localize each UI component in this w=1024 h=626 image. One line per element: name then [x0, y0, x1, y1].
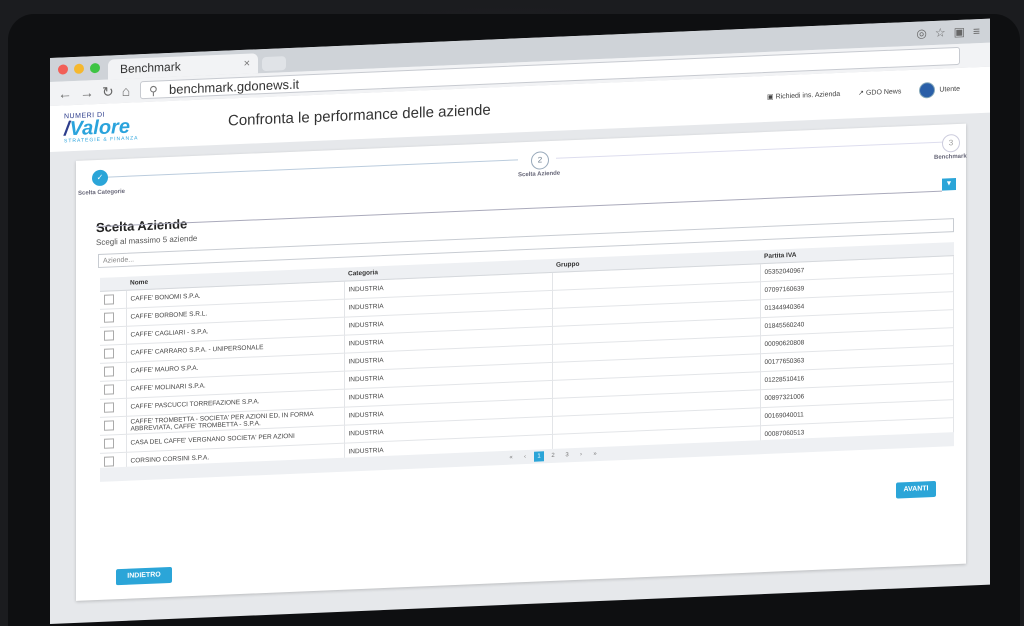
page-3-button[interactable]: 3 [562, 450, 572, 460]
select-checkbox[interactable] [104, 384, 114, 394]
row-checkbox [100, 398, 126, 417]
gdo-news-link[interactable]: ↗ GDO News [858, 87, 901, 97]
row-checkbox [100, 290, 126, 309]
menu-icon[interactable]: ≡ [973, 24, 980, 38]
wizard-card: ✓ Scelta Categorie 2 Scelta Aziende 3 Be… [76, 124, 966, 601]
browser-toolbar-icons: ◎ ☆ ▣ ≡ [916, 24, 980, 41]
extension-icon[interactable]: ◎ [916, 26, 926, 40]
minimize-window-button[interactable] [74, 64, 84, 74]
tab-title: Benchmark [120, 60, 181, 77]
select-checkbox[interactable] [104, 294, 114, 304]
page-1-button[interactable]: 1 [534, 451, 544, 461]
step-3-label: Benchmark [934, 154, 967, 161]
maximize-window-button[interactable] [90, 63, 100, 73]
indietro-button[interactable]: INDIETRO [116, 567, 172, 585]
step-1-check-icon[interactable]: ✓ [92, 170, 108, 187]
row-checkbox [100, 434, 126, 453]
row-checkbox [100, 308, 126, 327]
page-2-button[interactable]: 2 [548, 451, 558, 461]
last-page-button[interactable]: » [590, 449, 600, 459]
select-checkbox[interactable] [104, 420, 114, 430]
browser-window: Benchmark × ◎ ☆ ▣ ≡ ← → ↻ ⌂ ⚲ benchmark.… [50, 19, 990, 624]
select-checkbox[interactable] [104, 402, 114, 412]
window-controls [58, 63, 100, 75]
step-line-1 [108, 159, 518, 177]
row-checkbox [100, 344, 126, 363]
step-3-indicator: 3 [942, 134, 960, 153]
row-checkbox [100, 416, 126, 435]
step-2-indicator: 2 [531, 151, 549, 170]
section-subtitle: Scegli al massimo 5 aziende [96, 234, 197, 247]
home-icon[interactable]: ⌂ [122, 83, 130, 100]
page-title: Confronta le performance delle aziende [228, 102, 491, 130]
reload-icon[interactable]: ↻ [102, 83, 114, 100]
select-checkbox[interactable] [104, 456, 114, 466]
select-checkbox[interactable] [104, 312, 114, 322]
logo[interactable]: NUMERI DI /Valore STRATEGIE & FINANZA [64, 110, 138, 144]
request-company-link[interactable]: ▣ Richiedi ins. Azienda [767, 90, 840, 101]
select-checkbox[interactable] [104, 366, 114, 376]
select-checkbox[interactable] [104, 330, 114, 340]
extension-puzzle-icon[interactable]: ▣ [954, 25, 965, 39]
step-1-label: Scelta Categorie [78, 189, 125, 197]
select-checkbox[interactable] [104, 438, 114, 448]
row-checkbox [100, 380, 126, 399]
prev-page-button[interactable]: ‹ [520, 452, 530, 462]
header-links: ▣ Richiedi ins. Azienda ↗ GDO News Utent… [767, 81, 960, 105]
avanti-button[interactable]: AVANTI [896, 481, 936, 499]
forward-arrow-icon[interactable]: → [80, 84, 94, 102]
url-text: benchmark.gdonews.it [169, 77, 299, 97]
row-checkbox [100, 362, 126, 381]
first-page-button[interactable]: « [506, 452, 516, 462]
select-checkbox[interactable] [104, 348, 114, 358]
chevron-down-icon[interactable]: ▼ [942, 178, 956, 191]
bookmark-star-icon[interactable]: ☆ [935, 25, 946, 39]
back-arrow-icon[interactable]: ← [58, 85, 72, 103]
avatar [919, 82, 935, 99]
step-line-2 [556, 141, 946, 158]
close-tab-icon[interactable]: × [244, 54, 250, 74]
user-menu[interactable]: Utente [919, 81, 960, 99]
new-tab-button[interactable] [262, 56, 286, 71]
row-checkbox [100, 326, 126, 345]
step-2-label: Scelta Aziende [518, 171, 560, 179]
next-page-button[interactable]: › [576, 450, 586, 460]
col-select [100, 277, 126, 292]
search-icon: ⚲ [149, 81, 158, 99]
nav-buttons: ← → ↻ ⌂ [58, 83, 130, 103]
close-window-button[interactable] [58, 64, 68, 74]
